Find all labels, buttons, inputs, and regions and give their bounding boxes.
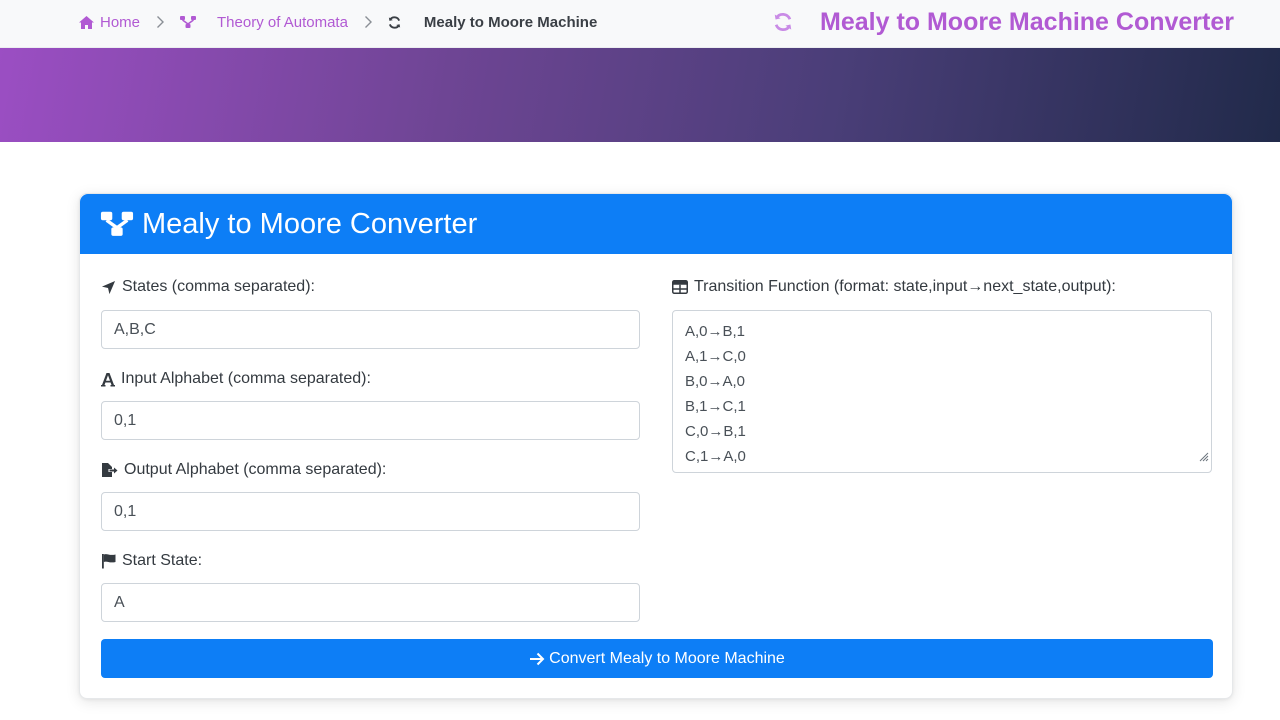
refresh-icon — [772, 11, 794, 33]
hero-banner — [0, 48, 1280, 142]
input-alphabet-label-text: Input Alphabet (comma separated): — [121, 370, 371, 387]
font-icon — [101, 372, 115, 387]
output-alphabet-label: Output Alphabet (comma separated): — [101, 461, 386, 479]
transition-line: C,0→B,1 — [685, 423, 746, 440]
refresh-icon — [387, 15, 402, 30]
chevron-right-icon — [156, 15, 165, 29]
chevron-right-icon — [364, 15, 373, 29]
sitemap-icon — [179, 15, 197, 29]
file-export-icon — [101, 462, 118, 478]
arrow-right-icon — [529, 652, 545, 666]
output-alphabet-label-text: Output Alphabet (comma separated): — [124, 461, 387, 478]
transition-function-label-text: Transition Function (format: state,input… — [694, 278, 1116, 295]
transition-function-label: Transition Function (format: state,input… — [672, 278, 1116, 296]
start-state-label: Start State: — [101, 552, 202, 570]
page-title: Mealy to Moore Machine Converter — [820, 7, 1234, 36]
breadcrumb-home-label: Home — [100, 13, 141, 31]
resize-grip-icon[interactable] — [1197, 445, 1209, 470]
table-icon — [672, 280, 688, 294]
convert-button[interactable]: Convert Mealy to Moore Machine — [101, 639, 1213, 678]
input-alphabet-input[interactable] — [101, 401, 640, 440]
sitemap-icon — [100, 210, 134, 238]
states-label-text: States (comma separated): — [122, 278, 315, 295]
transition-line: A,0→B,1 — [685, 323, 746, 340]
start-state-label-text: Start State: — [122, 552, 203, 569]
location-arrow-icon — [101, 280, 116, 295]
transition-function-textarea[interactable]: A,0→B,1 A,1→C,0 B,0→A,0 B,1→C,1 C,0→B,1 … — [672, 310, 1212, 473]
transition-line: A,1→C,0 — [685, 348, 746, 365]
transition-line: B,1→C,1 — [685, 398, 746, 415]
breadcrumb-section-link[interactable]: Theory of Automata — [217, 14, 348, 31]
states-label: States (comma separated): — [101, 278, 315, 296]
convert-button-label: Convert Mealy to Moore Machine — [549, 649, 785, 667]
flag-icon — [101, 553, 116, 569]
card-header: Mealy to Moore Converter — [80, 194, 1232, 254]
breadcrumb-current: Mealy to Moore Machine — [423, 13, 598, 31]
output-alphabet-input[interactable] — [101, 492, 640, 531]
page-header-title-block: Mealy to Moore Machine Converter — [772, 0, 1234, 44]
breadcrumb-home-link[interactable]: Home — [78, 14, 140, 31]
home-icon — [78, 15, 95, 30]
card-title: Mealy to Moore Converter — [142, 207, 478, 240]
transition-line: C,1→A,0 — [685, 448, 746, 465]
states-input[interactable] — [101, 310, 640, 349]
start-state-input[interactable] — [101, 583, 640, 622]
breadcrumb: Home Theory of Automata Mealy to Moore M… — [78, 0, 597, 44]
top-navbar: Home Theory of Automata Mealy to Moore M… — [0, 0, 1280, 48]
converter-card: Mealy to Moore Converter States (comma s… — [79, 193, 1233, 699]
transition-line: B,0→A,0 — [685, 373, 746, 390]
input-alphabet-label: Input Alphabet (comma separated): — [101, 370, 371, 388]
